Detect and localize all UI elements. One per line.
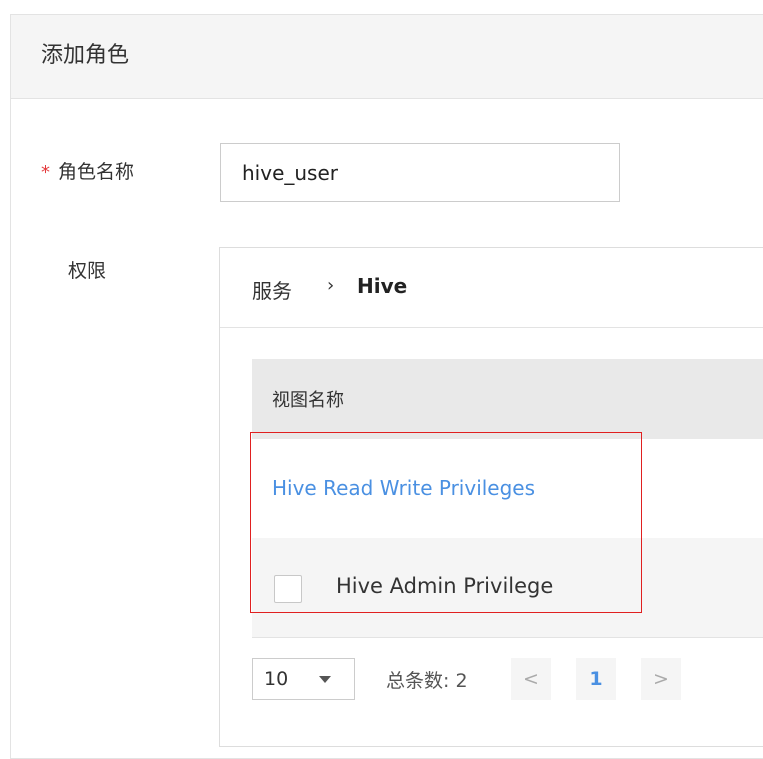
table-row: Hive Read Write Privileges	[252, 439, 763, 538]
permission-box: 服务 › Hive 视图名称 Hive Read Write Privilege…	[219, 247, 763, 747]
hive-admin-privilege-checkbox[interactable]	[274, 575, 302, 603]
prev-page-button[interactable]: <	[511, 658, 551, 700]
table-row: Hive Admin Privilege	[252, 538, 763, 638]
required-marker: *	[41, 162, 50, 183]
page-size-value: 10	[264, 668, 289, 690]
pagination: 10 总条数: 2 < 1 >	[252, 654, 763, 700]
panel-header: 添加角色	[11, 15, 763, 99]
breadcrumb: 服务 › Hive	[220, 248, 763, 328]
hive-read-write-privileges-link[interactable]: Hive Read Write Privileges	[272, 476, 535, 500]
total-count: 总条数: 2	[386, 670, 468, 692]
breadcrumb-service-link[interactable]: 服务	[252, 275, 292, 304]
role-name-input[interactable]	[220, 143, 620, 202]
page-size-select[interactable]: 10	[252, 658, 355, 700]
permission-label: 权限	[68, 260, 107, 282]
table-header: 视图名称	[252, 359, 763, 439]
hive-admin-privilege-label: Hive Admin Privilege	[336, 574, 554, 598]
page-title: 添加角色	[41, 43, 130, 68]
next-page-button[interactable]: >	[641, 658, 681, 700]
add-role-panel: 添加角色 * 角色名称 权限 服务 › Hive 视图名称 Hive Read W…	[10, 14, 763, 759]
breadcrumb-current: Hive	[357, 274, 408, 298]
role-name-label: 角色名称	[58, 161, 135, 183]
column-header-view-name: 视图名称	[272, 390, 344, 411]
role-name-label-group: * 角色名称	[41, 159, 134, 186]
page-number-button[interactable]: 1	[576, 658, 616, 700]
caret-down-icon	[319, 676, 331, 683]
breadcrumb-separator-icon: ›	[327, 275, 335, 296]
